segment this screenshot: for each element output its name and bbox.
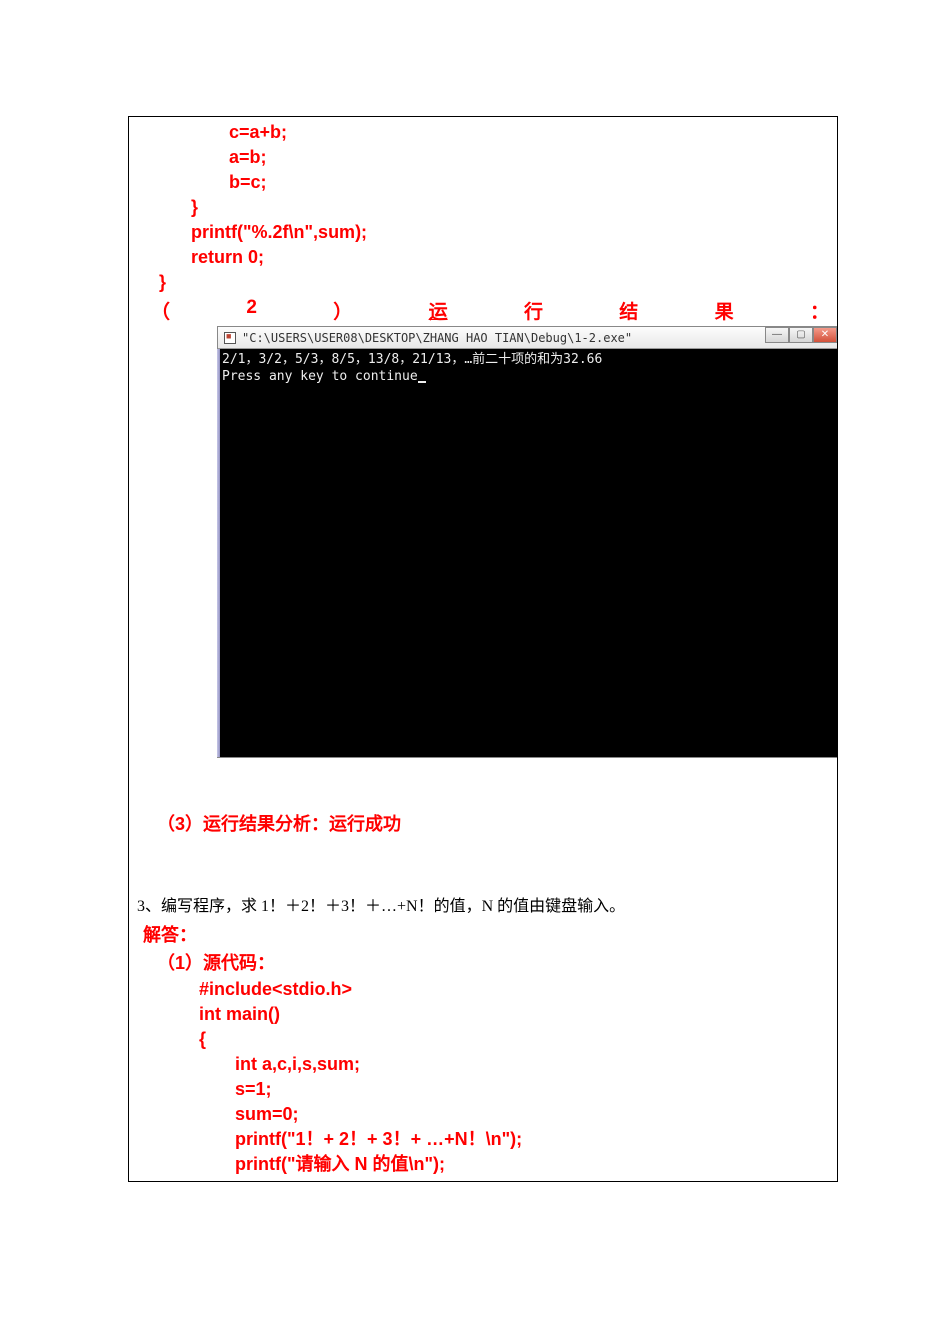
- paren-open: （: [151, 297, 170, 324]
- page-frame: c=a+b; a=b; b=c; } printf("%.2f\n",sum);…: [128, 116, 838, 1182]
- code-line: b=c;: [229, 170, 837, 195]
- heading-char: 行: [524, 297, 543, 324]
- console-title: "C:\USERS\USER08\DESKTOP\ZHANG HAO TIAN\…: [242, 331, 632, 345]
- code-line: {: [199, 1027, 837, 1052]
- console-window: "C:\USERS\USER08\DESKTOP\ZHANG HAO TIAN\…: [217, 326, 838, 758]
- heading-number: 2: [246, 297, 257, 324]
- heading-colon: ：: [810, 297, 829, 324]
- run-result-heading: （ 2 ） 运 行 结 果 ：: [129, 297, 837, 324]
- code-line: #include<stdio.h>: [199, 977, 837, 1002]
- code-line: return 0;: [191, 245, 837, 270]
- code-line: sum=0;: [199, 1102, 837, 1127]
- code-line: }: [159, 270, 837, 295]
- heading-char: 运: [429, 297, 448, 324]
- code-line: printf("请输入 N 的值\n");: [199, 1152, 837, 1177]
- code-line: scanf("%d",&c);: [199, 1177, 837, 1182]
- console-line: Press any key to continue: [222, 368, 833, 385]
- question-text: 3、编写程序，求 1！＋2！＋3！＋…+N！的值，N 的值由键盘输入。: [137, 892, 837, 916]
- terminal-icon: [224, 332, 236, 344]
- code-line: printf("1！+ 2！+ 3！+ …+N！\n");: [199, 1127, 837, 1152]
- code-line: }: [191, 195, 837, 220]
- code-line: int main(): [199, 1002, 837, 1027]
- console-output: 2/1，3/2，5/3，8/5，13/8，21/13，…前二十项的和为32.66…: [218, 349, 837, 387]
- paren-close: ）: [333, 297, 352, 324]
- window-controls: — ▢ ✕: [765, 327, 837, 345]
- code-line: a=b;: [229, 145, 837, 170]
- maximize-button[interactable]: ▢: [789, 327, 813, 343]
- analysis-heading: （3）运行结果分析：运行成功: [157, 810, 837, 836]
- close-button[interactable]: ✕: [813, 327, 837, 343]
- code-line: s=1;: [199, 1077, 837, 1102]
- code-line: int a,c,i,s,sum;: [199, 1052, 837, 1077]
- console-titlebar[interactable]: "C:\USERS\USER08\DESKTOP\ZHANG HAO TIAN\…: [218, 327, 837, 349]
- cursor-icon: [418, 381, 426, 383]
- source-code-label: （1）源代码：: [157, 949, 837, 975]
- minimize-button[interactable]: —: [765, 327, 789, 343]
- code-block-top: c=a+b; a=b; b=c; } printf("%.2f\n",sum);…: [129, 117, 837, 295]
- heading-char: 果: [715, 297, 734, 324]
- code-block-bottom: #include<stdio.h> int main() { int a,c,i…: [129, 977, 837, 1182]
- code-line: c=a+b;: [229, 120, 837, 145]
- console-border: [217, 349, 220, 757]
- answer-label: 解答：: [143, 921, 837, 947]
- heading-char: 结: [619, 297, 638, 324]
- code-line: printf("%.2f\n",sum);: [191, 220, 837, 245]
- console-line: 2/1，3/2，5/3，8/5，13/8，21/13，…前二十项的和为32.66: [222, 351, 833, 368]
